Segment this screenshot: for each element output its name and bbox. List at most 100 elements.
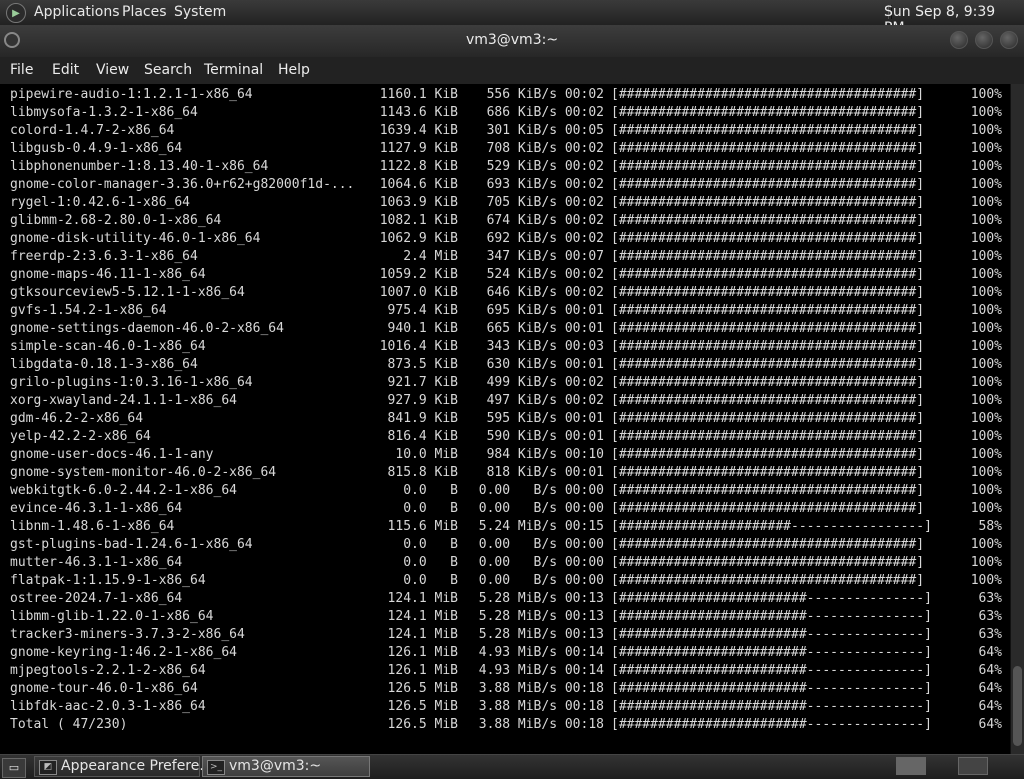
download-rate: 692 KiB/s 00:02 [486,231,604,246]
show-desktop-icon[interactable]: ▭ [2,758,26,778]
download-rate: 5.24 MiB/s 00:15 [478,519,604,534]
download-size: 940.1 KiB [387,321,458,336]
progress-bar: [######################################] [611,501,925,516]
gnome-foot-icon[interactable]: ▶ [6,3,26,23]
download-rate: 5.28 MiB/s 00:13 [478,627,604,642]
download-size: 126.1 MiB [387,645,458,660]
package-name: libgusb-0.4.9-1-x86_64 [10,141,183,156]
progress-bar: [########################---------------… [611,609,932,624]
menu-help[interactable]: Help [278,62,310,78]
close-button[interactable] [1000,31,1018,49]
terminal-line: gnome-tour-46.0-1-x86_64 126.5 MiB 3.88 Mi… [0,680,1010,698]
terminal-line: xorg-xwayland-24.1.1-1-x86_64 927.9 KiB 49… [0,392,1010,410]
terminal-line: libfdk-aac-2.0.3-1-x86_64 126.5 MiB 3.88 M… [0,698,1010,716]
progress-bar: [######################################] [611,105,925,120]
scrollbar-thumb[interactable] [1013,666,1022,746]
progress-bar: [########################---------------… [611,627,932,642]
minimize-button[interactable] [950,31,968,49]
package-name: evince-46.3.1-1-x86_64 [10,501,183,516]
progress-percent: 100% [970,393,1002,408]
download-size: 841.9 KiB [387,411,458,426]
terminal-line: webkitgtk-6.0-2.44.2-1-x86_64 0.0 B 0.00 B… [0,482,1010,500]
terminal-line: colord-1.4.7-2-x86_64 1639.4 KiB 301 KiB/s… [0,122,1010,140]
terminal-line: Total ( 47/230) 126.5 MiB 3.88 MiB/s 00:18… [0,716,1010,734]
package-name: gnome-maps-46.11-1-x86_64 [10,267,206,282]
terminal-line: rygel-1:0.42.6-1-x86_64 1063.9 KiB 705 KiB… [0,194,1010,212]
task-label: Appearance Prefere... [61,758,213,774]
bottom-panel: ▭ ◩ Appearance Prefere... >_ vm3@vm3:~ [0,754,1024,779]
progress-percent: 64% [978,681,1002,696]
progress-percent: 100% [970,429,1002,444]
terminal-line: tracker3-miners-3.7.3-2-x86_64 124.1 MiB 5… [0,626,1010,644]
progress-percent: 100% [970,87,1002,102]
clock-area[interactable]: Sun Sep 8, 9:39 PM [884,0,1024,36]
download-rate: 0.00 B/s 00:00 [478,573,604,588]
menu-search[interactable]: Search [144,62,192,78]
task-terminal[interactable]: >_ vm3@vm3:~ [202,756,370,777]
applications-menu[interactable]: Applications [34,4,120,20]
progress-bar: [########################---------------… [611,663,932,678]
places-menu[interactable]: Places [122,4,167,20]
download-size: 126.5 MiB [387,699,458,714]
download-rate: 343 KiB/s 00:03 [486,339,604,354]
download-rate: 674 KiB/s 00:02 [486,213,604,228]
progress-bar: [######################################] [611,123,925,138]
download-rate: 499 KiB/s 00:02 [486,375,604,390]
download-rate: 0.00 B/s 00:00 [478,483,604,498]
download-rate: 590 KiB/s 00:01 [486,429,604,444]
package-name: gnome-user-docs-46.1-1-any [10,447,214,462]
package-name: libphonenumber-1:8.13.40-1-x86_64 [10,159,269,174]
system-menu[interactable]: System [174,4,226,20]
progress-bar: [########################---------------… [611,645,932,660]
download-rate: 524 KiB/s 00:02 [486,267,604,282]
terminal-scrollbar[interactable] [1010,84,1024,754]
package-name: mutter-46.3.1-1-x86_64 [10,555,183,570]
progress-bar: [######################################] [611,159,925,174]
progress-bar: [######################################] [611,267,925,282]
terminal-line: gnome-keyring-1:46.2-1-x86_64 126.1 MiB 4.… [0,644,1010,662]
progress-percent: 100% [970,249,1002,264]
download-size: 0.0 B [403,537,458,552]
menu-edit[interactable]: Edit [52,62,79,78]
package-name: glibmm-2.68-2.80.0-1-x86_64 [10,213,222,228]
progress-bar: [######################################] [611,537,925,552]
download-size: 1059.2 KiB [379,267,458,282]
menu-view[interactable]: View [96,62,129,78]
terminal-output[interactable]: pipewire-audio-1:1.2.1-1-x86_64 1160.1 Ki… [0,84,1010,754]
terminal-line: gnome-system-monitor-46.0-2-x86_64 815.8 … [0,464,1010,482]
download-rate: 5.28 MiB/s 00:13 [478,609,604,624]
package-name: mjpegtools-2.2.1-2-x86_64 [10,663,206,678]
download-rate: 497 KiB/s 00:02 [486,393,604,408]
progress-percent: 100% [970,213,1002,228]
progress-bar: [######################################] [611,195,925,210]
terminal-line: ostree-2024.7-1-x86_64 124.1 MiB 5.28 MiB/… [0,590,1010,608]
package-name: gtksourceview5-5.12.1-1-x86_64 [10,285,245,300]
download-rate: 0.00 B/s 00:00 [478,501,604,516]
terminal-line: gnome-color-manager-3.36.0+r62+g82000f1d… [0,176,1010,194]
download-rate: 984 KiB/s 00:10 [486,447,604,462]
progress-bar: [######################################] [611,429,925,444]
progress-bar: [######################################] [611,213,925,228]
download-rate: 0.00 B/s 00:00 [478,555,604,570]
progress-percent: 63% [978,627,1002,642]
package-name: gnome-tour-46.0-1-x86_64 [10,681,198,696]
terminal-line: freerdp-2:3.6.3-1-x86_64 2.4 MiB 347 KiB/s… [0,248,1010,266]
terminal-line: grilo-plugins-1:0.3.16-1-x86_64 921.7 KiB… [0,374,1010,392]
workspace-2[interactable] [958,757,988,775]
progress-bar: [########################---------------… [611,681,932,696]
window-titlebar[interactable]: vm3@vm3:~ [0,25,1024,57]
download-rate: 4.93 MiB/s 00:14 [478,663,604,678]
progress-bar: [######################################] [611,483,925,498]
menu-file[interactable]: File [10,62,33,78]
download-rate: 529 KiB/s 00:02 [486,159,604,174]
workspace-1[interactable] [896,757,926,775]
progress-percent: 100% [970,537,1002,552]
progress-bar: [######################################] [611,555,925,570]
maximize-button[interactable] [975,31,993,49]
download-size: 1143.6 KiB [379,105,458,120]
menu-terminal[interactable]: Terminal [204,62,263,78]
download-rate: 0.00 B/s 00:00 [478,537,604,552]
task-appearance-preferences[interactable]: ◩ Appearance Prefere... [34,756,213,777]
progress-bar: [######################################] [611,447,925,462]
progress-bar: [######################################] [611,231,925,246]
